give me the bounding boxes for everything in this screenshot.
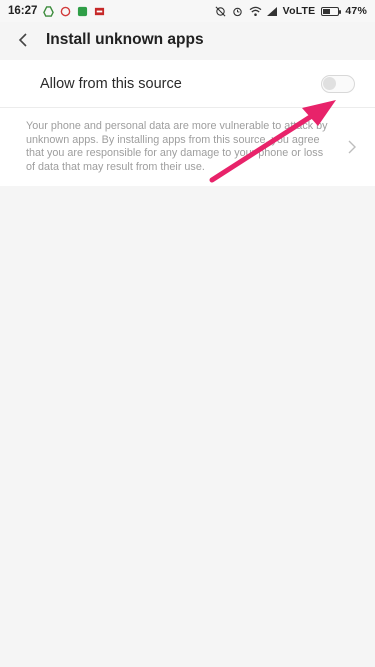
allow-source-row[interactable]: Allow from this source: [0, 60, 375, 108]
status-time: 16:27: [8, 5, 38, 17]
mail-icon: [94, 6, 105, 17]
chevron-left-icon: [18, 33, 27, 47]
allow-source-label: Allow from this source: [40, 75, 182, 92]
network-type: VoLTE: [282, 5, 316, 17]
status-bar-right: VoLTE 47%: [215, 5, 367, 17]
battery-percent: 47%: [345, 5, 367, 17]
allow-source-toggle[interactable]: [321, 74, 355, 93]
status-bar: 16:27 VoLTE 47%: [0, 0, 375, 22]
toggle-knob: [323, 76, 336, 90]
status-bar-left: 16:27: [8, 5, 105, 17]
warning-row[interactable]: Your phone and personal data are more vu…: [0, 108, 375, 186]
battery-fill: [323, 8, 331, 14]
signal-icon: [266, 6, 277, 17]
wifi-icon: [249, 6, 262, 17]
app-header: Install unknown apps: [0, 22, 375, 58]
battery-icon: [321, 6, 342, 16]
no-sync-icon: [215, 6, 226, 17]
alarm-icon: [232, 6, 243, 17]
chevron-right-icon: [345, 137, 359, 157]
settings-card: Allow from this source Your phone and pe…: [0, 60, 375, 186]
drive-icon: [43, 5, 55, 17]
bug-icon: [60, 6, 71, 17]
page-title: Install unknown apps: [46, 31, 204, 48]
warning-text: Your phone and personal data are more vu…: [26, 120, 328, 173]
chat-icon: [77, 6, 88, 17]
back-button[interactable]: [12, 29, 34, 51]
